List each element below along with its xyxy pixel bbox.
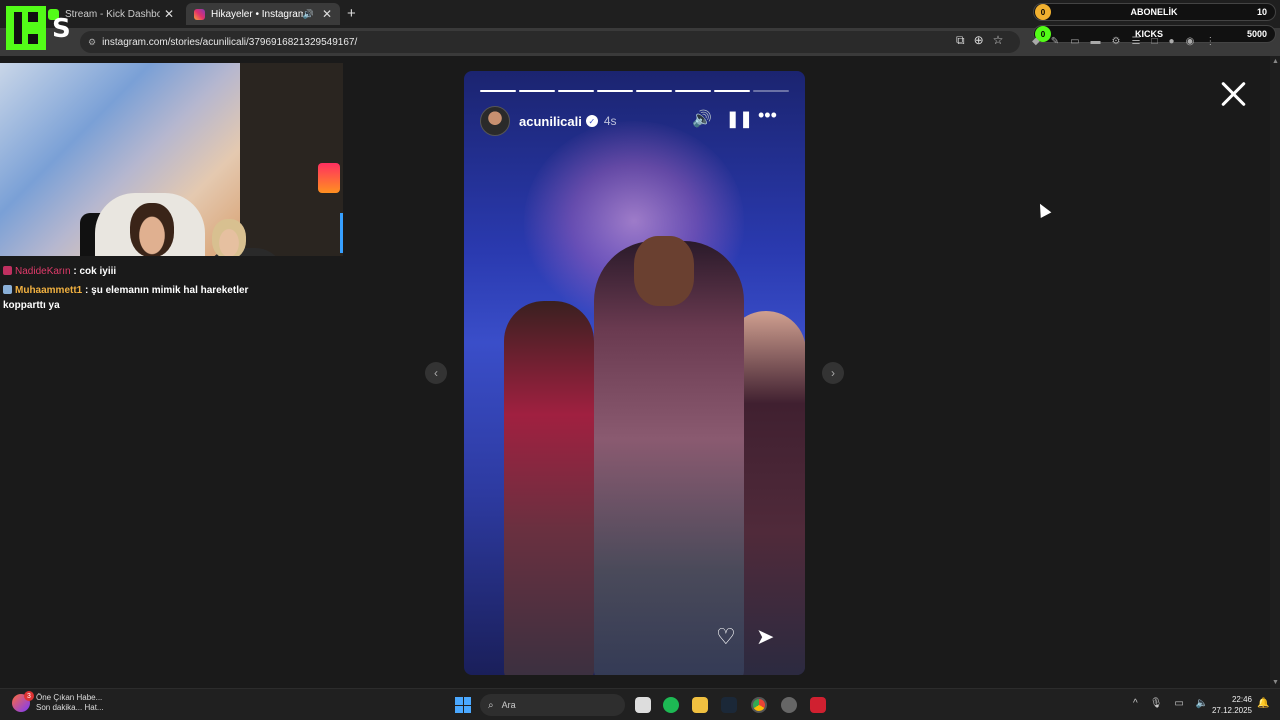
story-progress-segment — [558, 90, 594, 92]
spotify-icon[interactable] — [663, 697, 679, 713]
instagram-favicon-icon — [194, 8, 205, 20]
news-icon: 3 — [12, 691, 34, 712]
verified-badge-icon: ✓ — [585, 115, 598, 127]
notifications-icon[interactable]: 🔔 — [1257, 698, 1269, 709]
abonelik-counter: 0 ABONELİK 10 — [1033, 3, 1276, 21]
chat-text: : cok iyiii — [73, 266, 117, 277]
chat-message: NadideKarın : cok iyiii — [3, 264, 263, 279]
chrome-icon[interactable] — [751, 697, 767, 713]
search-icon: ⌕ — [488, 699, 494, 711]
bookmark-star-icon[interactable]: ☆ — [993, 33, 1004, 48]
close-story-button[interactable] — [1220, 80, 1248, 108]
news-widget[interactable]: 3 Öne Çıkan Habe... Son dakika... Hat... — [12, 691, 104, 713]
menu-dots-icon[interactable]: ⋮ — [1205, 36, 1215, 47]
story-viewer[interactable]: acunilicali ✓ 4s 🔊 ❚❚ ••• ♡ ➤ — [464, 71, 805, 675]
tab-instagram-stories[interactable]: Hikayeler • Instagram 🔊 ✕ — [186, 3, 340, 25]
story-progress-segment — [675, 90, 711, 92]
extension-icon[interactable]: ▬ — [1091, 36, 1101, 47]
taskbar: 3 Öne Çıkan Habe... Son dakika... Hat...… — [0, 688, 1280, 720]
extension-icon[interactable]: ✎ — [1051, 36, 1059, 47]
chat-username[interactable]: NadideKarın — [15, 266, 71, 277]
chat-username[interactable]: Muhaammett1 — [15, 285, 82, 296]
task-view-icon[interactable] — [635, 697, 651, 713]
chat-message: Muhaammett1 : şu elemanın mimik hal hare… — [3, 283, 263, 313]
speaker-icon[interactable]: 🔊 — [303, 9, 314, 20]
tab-close-icon[interactable]: ✕ — [322, 7, 332, 21]
site-info-icon[interactable]: ⚙ — [88, 37, 96, 48]
url-text: instagram.com/stories/acunilicali/379691… — [102, 36, 358, 48]
webcam-overlay — [0, 63, 343, 256]
volume-icon[interactable]: 🔈 — [1196, 698, 1208, 709]
tab-title: Hikayeler • Instagram — [211, 8, 303, 20]
extension-icon[interactable]: ⚙ — [1112, 36, 1121, 47]
story-progress-segment — [714, 90, 750, 92]
more-options-icon[interactable]: ••• — [758, 105, 777, 126]
profile-icon[interactable]: ● — [1169, 36, 1175, 47]
clock[interactable]: 22:46 27.12.2025 — [1210, 694, 1252, 716]
kicks-value: 5000 — [1246, 29, 1267, 39]
tray-chevron-icon[interactable]: ^ — [1133, 698, 1138, 709]
abonelik-count: 0 — [1035, 4, 1051, 20]
volume-icon[interactable]: 🔊 — [692, 109, 712, 129]
extension-icon[interactable]: ☰ — [1132, 36, 1141, 47]
zoom-icon[interactable]: ⊕ — [974, 33, 984, 48]
chat-badge-icon — [3, 266, 12, 275]
previous-story-button[interactable]: ‹ — [425, 362, 447, 384]
story-progress-segment — [597, 90, 633, 92]
scroll-up-icon[interactable]: ▲ — [1272, 58, 1279, 65]
story-progress-segment — [753, 90, 789, 92]
new-tab-button[interactable]: + — [347, 5, 356, 22]
chat-panel: NadideKarın : cok iyiii Muhaammett1 : şu… — [3, 264, 263, 317]
screen: Stream - Kick Dashboard ✕ Hikayeler • In… — [0, 0, 1280, 720]
scroll-down-icon[interactable]: ▼ — [1272, 679, 1279, 686]
abonelik-value: 10 — [1256, 7, 1267, 17]
story-timestamp: 4s — [603, 114, 617, 128]
url-field[interactable]: ⚙ instagram.com/stories/acunilicali/3796… — [80, 31, 1020, 53]
chat-badge-icon — [3, 285, 12, 294]
network-icon[interactable]: ▭ — [1174, 698, 1183, 709]
extension-icon[interactable]: □ — [1151, 36, 1157, 47]
clock-date: 27.12.2025 — [1211, 706, 1252, 715]
like-heart-icon[interactable]: ♡ — [716, 624, 736, 650]
kick-logo — [6, 6, 46, 50]
extension-icons: ◆ ✎ ▭ ▬ ⚙ ☰ □ ● ◉ ⋮ — [1032, 36, 1215, 47]
news-subtitle: Son dakika... Hat... — [36, 703, 104, 712]
scrollbar[interactable]: ▲ ▼ — [1270, 56, 1280, 688]
install-app-icon[interactable]: ⧉ — [956, 33, 965, 48]
abonelik-label: ABONELİK — [1130, 7, 1178, 17]
address-bar-actions: ⧉ ⊕ ☆ — [956, 33, 1003, 48]
clock-time: 22:46 — [1231, 695, 1252, 704]
overlay-s-icon: S — [52, 14, 71, 44]
story-progress-segment — [636, 90, 672, 92]
extension-icon[interactable]: ◉ — [1186, 36, 1195, 47]
taskbar-search[interactable]: ⌕ Ara — [480, 694, 625, 716]
story-progress-bar — [480, 90, 789, 92]
tab-title: Stream - Kick Dashboard — [65, 8, 160, 20]
news-title: Öne Çıkan Habe... — [36, 693, 103, 702]
news-badge: 3 — [24, 691, 34, 701]
app-icon[interactable] — [781, 697, 797, 713]
extension-icon[interactable]: ◆ — [1032, 36, 1040, 47]
microphone-icon[interactable]: 🎙 — [1150, 698, 1163, 709]
tab-close-icon[interactable]: ✕ — [164, 7, 174, 21]
pause-icon[interactable]: ❚❚ — [726, 109, 753, 129]
app-icon[interactable] — [810, 697, 826, 713]
story-username[interactable]: acunilicali — [519, 114, 582, 129]
story-progress-segment — [519, 90, 555, 92]
story-progress-segment — [480, 90, 516, 92]
avatar[interactable] — [480, 106, 510, 136]
share-send-icon[interactable]: ➤ — [756, 624, 774, 650]
extension-icon[interactable]: ▭ — [1070, 36, 1079, 47]
steam-icon[interactable] — [721, 697, 737, 713]
search-placeholder: Ara — [501, 700, 516, 710]
next-story-button[interactable]: › — [822, 362, 844, 384]
windows-start-icon[interactable] — [455, 697, 471, 713]
system-tray: ^ 🎙 ▭ 🔈 — [1133, 698, 1208, 709]
file-explorer-icon[interactable] — [692, 697, 708, 713]
